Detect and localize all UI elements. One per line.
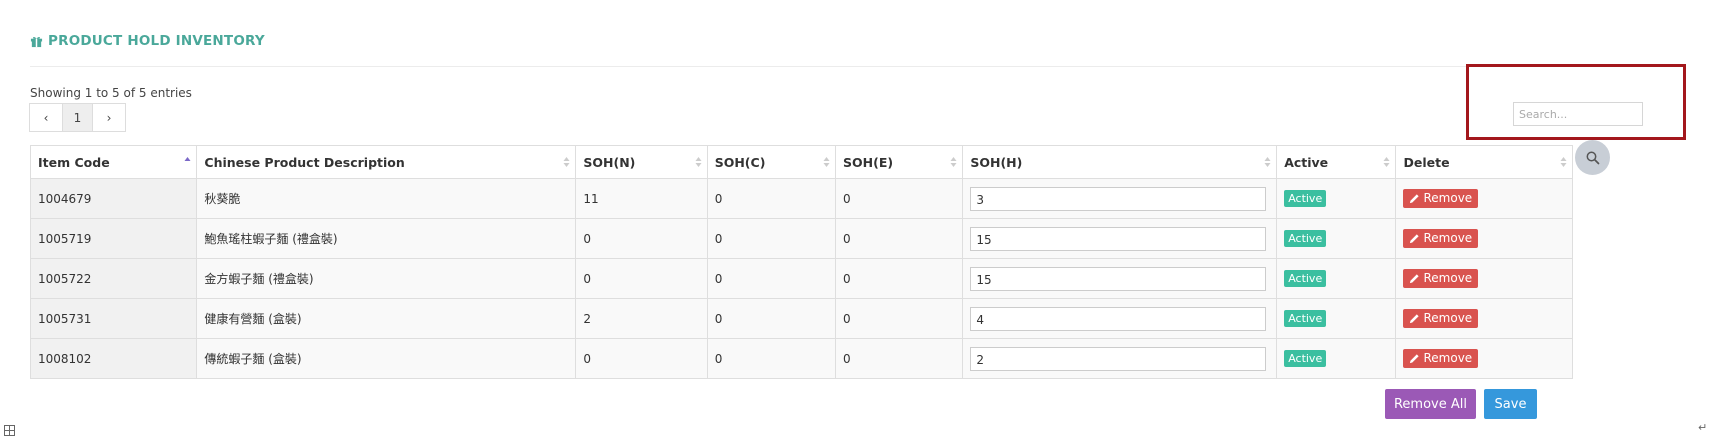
column-header-soh-n[interactable]: SOH(N) <box>575 145 708 179</box>
paragraph-return-icon: ↵ <box>1698 421 1708 434</box>
active-badge: Active <box>1284 230 1327 247</box>
soh-h-input[interactable] <box>970 226 1267 251</box>
pagination-next-button[interactable]: › <box>92 103 126 132</box>
page-title-text: PRODUCT HOLD INVENTORY <box>48 33 265 49</box>
cell-delete: Remove <box>1395 338 1573 379</box>
table-move-handle-icon[interactable] <box>4 425 15 436</box>
search-button[interactable] <box>1575 140 1610 175</box>
cell-delete: Remove <box>1395 178 1573 219</box>
cell-delete: Remove <box>1395 258 1573 299</box>
table-row: 1005719 鮑魚瑤柱蝦子麵 (禮盒裝) 0 0 0 Active Remov… <box>29 218 1573 259</box>
search-input[interactable] <box>1513 102 1643 126</box>
column-header-soh-c[interactable]: SOH(C) <box>706 145 837 179</box>
cell-soh-h <box>962 178 1278 219</box>
soh-h-input[interactable] <box>970 346 1267 371</box>
table-header-row: Item Code Chinese Product Description SO… <box>29 145 1573 179</box>
remove-button[interactable]: Remove <box>1403 269 1479 288</box>
column-header-active[interactable]: Active <box>1276 145 1397 179</box>
cell-description: 鮑魚瑤柱蝦子麵 (禮盒裝) <box>196 218 577 259</box>
cell-description: 金方蝦子麵 (禮盒裝) <box>196 258 577 299</box>
cell-description: 傳統蝦子麵 (盒裝) <box>196 338 577 379</box>
pencil-icon <box>1410 274 1420 284</box>
entries-info: Showing 1 to 5 of 5 entries <box>30 86 192 100</box>
table-row: 1005722 金方蝦子麵 (禮盒裝) 0 0 0 Active Remove <box>29 258 1573 299</box>
pencil-icon <box>1410 354 1420 364</box>
remove-all-button[interactable]: Remove All <box>1385 389 1476 419</box>
cell-item-code: 1008102 <box>29 338 198 379</box>
sort-icon <box>823 157 830 167</box>
cell-soh-h <box>962 298 1278 339</box>
table-row: 1008102 傳統蝦子麵 (盒裝) 0 0 0 Active Remove <box>29 338 1573 379</box>
cell-soh-c: 0 <box>706 178 837 219</box>
soh-h-input[interactable] <box>970 306 1267 331</box>
cell-active: Active <box>1276 258 1397 299</box>
remove-button[interactable]: Remove <box>1403 349 1479 368</box>
cell-soh-e: 0 <box>835 178 964 219</box>
cell-soh-n: 2 <box>575 298 708 339</box>
soh-h-input[interactable] <box>970 186 1267 211</box>
table-row: 1004679 秋葵脆 11 0 0 Active Remove <box>29 178 1573 219</box>
pagination-page-1[interactable]: 1 <box>62 103 93 132</box>
active-badge: Active <box>1284 190 1327 207</box>
cell-soh-e: 0 <box>835 258 964 299</box>
cell-soh-h <box>962 338 1278 379</box>
cell-item-code: 1005722 <box>29 258 198 299</box>
cell-soh-n: 11 <box>575 178 708 219</box>
cell-soh-c: 0 <box>706 298 837 339</box>
cell-soh-e: 0 <box>835 218 964 259</box>
sort-icon <box>1383 157 1390 167</box>
sort-icon <box>1560 157 1567 167</box>
pencil-icon <box>1410 194 1420 204</box>
sort-icon <box>563 157 570 167</box>
column-header-delete[interactable]: Delete <box>1395 145 1573 179</box>
cell-item-code: 1005719 <box>29 218 198 259</box>
active-badge: Active <box>1284 270 1327 287</box>
cell-description: 秋葵脆 <box>196 178 577 219</box>
active-badge: Active <box>1284 350 1327 367</box>
cell-delete: Remove <box>1395 298 1573 339</box>
cell-soh-h <box>962 218 1278 259</box>
cell-active: Active <box>1276 298 1397 339</box>
cell-active: Active <box>1276 178 1397 219</box>
sort-asc-icon <box>184 157 191 161</box>
inventory-table: Item Code Chinese Product Description SO… <box>29 145 1573 379</box>
column-header-soh-e[interactable]: SOH(E) <box>835 145 964 179</box>
column-header-soh-h[interactable]: SOH(H) <box>962 145 1278 179</box>
cell-item-code: 1005731 <box>29 298 198 339</box>
cell-active: Active <box>1276 338 1397 379</box>
remove-button[interactable]: Remove <box>1403 229 1479 248</box>
cell-soh-n: 0 <box>575 218 708 259</box>
save-button[interactable]: Save <box>1484 389 1537 419</box>
sort-icon <box>695 157 702 167</box>
sort-icon <box>1264 157 1271 167</box>
gift-icon <box>30 36 43 47</box>
cell-soh-h <box>962 258 1278 299</box>
cell-soh-e: 0 <box>835 338 964 379</box>
cell-soh-c: 0 <box>706 218 837 259</box>
cell-item-code: 1004679 <box>29 178 198 219</box>
search-icon <box>1586 151 1599 164</box>
table-row: 1005731 健康有營麵 (盒裝) 2 0 0 Active Remove <box>29 298 1573 339</box>
active-badge: Active <box>1284 310 1327 327</box>
soh-h-input[interactable] <box>970 266 1267 291</box>
cell-soh-c: 0 <box>706 258 837 299</box>
pagination: ‹ 1 › <box>29 103 126 132</box>
page-title: PRODUCT HOLD INVENTORY <box>30 33 265 49</box>
header-divider <box>30 66 1570 67</box>
cell-soh-n: 0 <box>575 338 708 379</box>
remove-button[interactable]: Remove <box>1403 189 1479 208</box>
column-header-description[interactable]: Chinese Product Description <box>196 145 577 179</box>
pagination-prev-button[interactable]: ‹ <box>29 103 63 132</box>
cell-delete: Remove <box>1395 218 1573 259</box>
pencil-icon <box>1410 314 1420 324</box>
cell-active: Active <box>1276 218 1397 259</box>
cell-soh-e: 0 <box>835 298 964 339</box>
remove-button[interactable]: Remove <box>1403 309 1479 328</box>
pencil-icon <box>1410 234 1420 244</box>
cell-description: 健康有營麵 (盒裝) <box>196 298 577 339</box>
cell-soh-c: 0 <box>706 338 837 379</box>
sort-icon <box>950 157 957 167</box>
column-header-item-code[interactable]: Item Code <box>29 145 198 179</box>
cell-soh-n: 0 <box>575 258 708 299</box>
